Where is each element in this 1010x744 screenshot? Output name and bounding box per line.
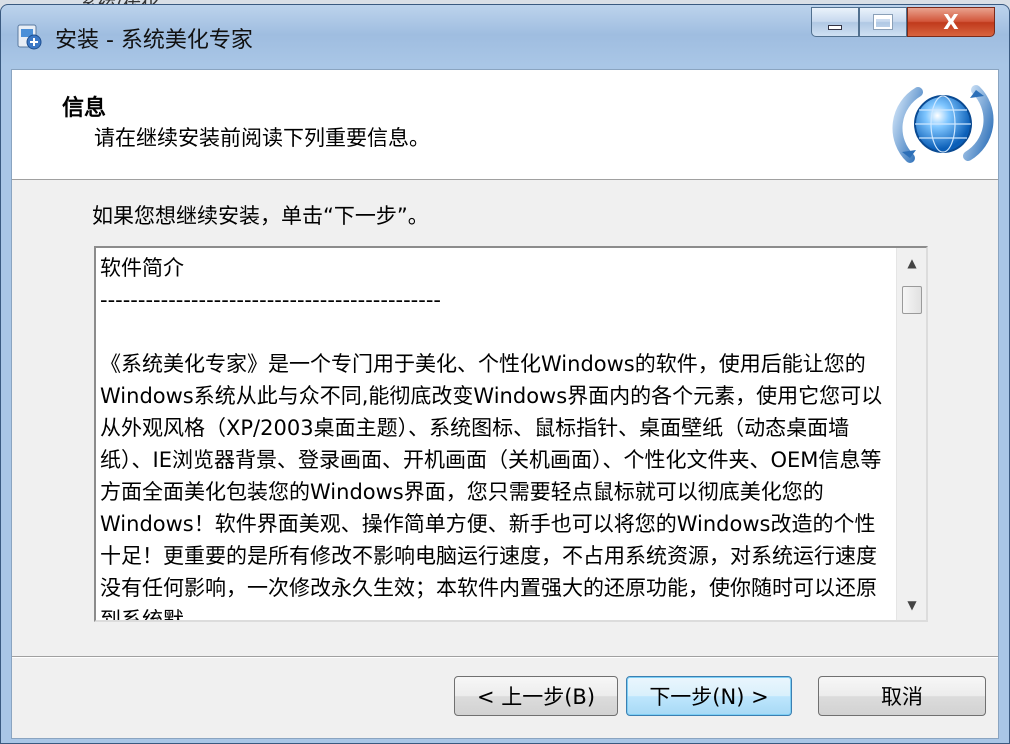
- window-title: 安装 - 系统美化专家: [55, 28, 253, 53]
- back-button[interactable]: < 上一步(B): [454, 676, 618, 716]
- wizard-header: 信息 请在继续安装前阅读下列重要信息。: [12, 70, 998, 180]
- scroll-down-arrow-icon[interactable]: ▼: [897, 590, 926, 620]
- close-icon: X: [943, 10, 959, 34]
- close-button[interactable]: X: [907, 7, 995, 37]
- minimize-button[interactable]: [811, 7, 859, 37]
- wizard-client-area: 信息 请在继续安装前阅读下列重要信息。 如果您想继续安装，单击“下一步”。 软件…: [11, 69, 999, 739]
- maximize-icon: [873, 14, 893, 30]
- minimize-icon: [828, 24, 842, 30]
- footer-divider: [12, 656, 998, 658]
- page-title: 信息: [62, 96, 107, 121]
- next-button[interactable]: 下一步(N) >: [626, 676, 792, 716]
- scroll-thumb[interactable]: [902, 286, 922, 314]
- intro-text: 如果您想继续安装，单击“下一步”。: [92, 204, 429, 228]
- info-memo[interactable]: 软件简介 -----------------------------------…: [94, 246, 928, 622]
- installer-window: 安装 - 系统美化专家 X 信息 请在继续安装前阅读下列重要信息。 如果您想继续…: [0, 4, 1010, 744]
- scroll-up-arrow-icon[interactable]: ▲: [897, 248, 926, 278]
- maximize-button[interactable]: [859, 7, 907, 37]
- title-bar[interactable]: 安装 - 系统美化专家 X: [1, 5, 1009, 61]
- memo-scrollbar[interactable]: ▲ ▼: [896, 248, 926, 620]
- info-memo-text: 软件简介 -----------------------------------…: [100, 256, 883, 622]
- page-subtitle: 请在继续安装前阅读下列重要信息。: [94, 126, 430, 150]
- installer-app-icon: [17, 24, 42, 50]
- cancel-button[interactable]: 取消: [818, 676, 986, 716]
- caption-buttons: X: [811, 7, 995, 41]
- setup-globe-icon: [892, 85, 994, 163]
